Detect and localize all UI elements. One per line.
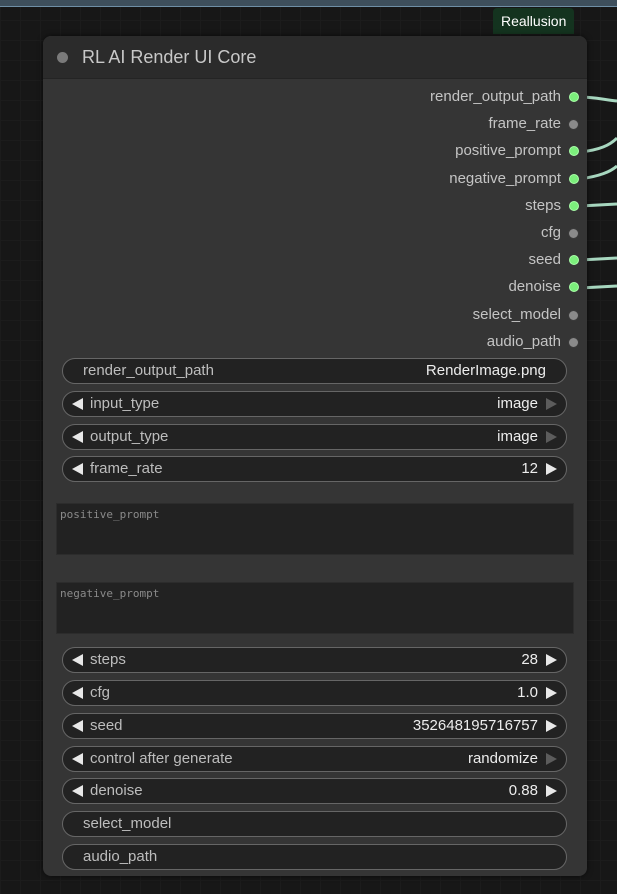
output-type-combo[interactable]: output_type image	[62, 424, 567, 450]
widget-label: seed	[90, 717, 123, 734]
output-label: steps	[525, 196, 561, 214]
widget-label: select_model	[83, 815, 172, 832]
unconnected-slot-icon[interactable]	[568, 227, 579, 239]
output-steps[interactable]: steps	[43, 193, 587, 220]
output-label: audio_path	[486, 332, 561, 350]
widget-value: 0.88	[508, 782, 538, 799]
textarea-placeholder: positive_prompt	[60, 508, 160, 521]
triangle-left-icon[interactable]	[72, 753, 83, 765]
denoise-stepper[interactable]: denoise 0.88	[62, 778, 567, 804]
steps-stepper[interactable]: steps 28	[62, 647, 567, 673]
widget-value: 352648195716757	[412, 717, 538, 734]
output-label: denoise	[508, 278, 561, 296]
widget-value: RenderImage.png	[425, 362, 546, 379]
output-seed[interactable]: seed	[43, 247, 587, 274]
reallusion-badge: Reallusion	[493, 8, 575, 34]
connected-slot-icon[interactable]	[569, 173, 579, 184]
audio-path-field[interactable]: audio_path	[62, 844, 567, 870]
output-negative-prompt[interactable]: negative_prompt	[43, 166, 587, 193]
widget-value: 28	[521, 651, 538, 668]
connected-slot-icon[interactable]	[569, 92, 579, 102]
triangle-right-icon[interactable]	[546, 785, 557, 797]
frame-rate-stepper[interactable]: frame_rate 12	[62, 456, 567, 482]
triangle-left-icon[interactable]	[72, 463, 83, 475]
widget-value: 1.0	[517, 684, 538, 701]
render-output-path-field[interactable]: render_output_path RenderImage.png	[62, 358, 567, 384]
output-label: negative_prompt	[449, 169, 561, 187]
control-after-generate-combo[interactable]: control after generate randomize	[62, 746, 567, 772]
cfg-stepper[interactable]: cfg 1.0	[62, 680, 567, 706]
triangle-left-icon[interactable]	[72, 431, 83, 443]
widget-value: 12	[521, 460, 538, 477]
output-label: positive_prompt	[455, 142, 561, 160]
triangle-right-icon[interactable]	[546, 720, 557, 732]
widget-label: audio_path	[83, 848, 158, 865]
output-label: frame_rate	[488, 115, 561, 133]
output-denoise[interactable]: denoise	[43, 274, 587, 301]
widget-label: cfg	[90, 684, 111, 701]
output-label: seed	[528, 251, 561, 269]
triangle-right-icon[interactable]	[546, 398, 557, 410]
triangle-right-icon[interactable]	[546, 654, 557, 666]
triangle-left-icon[interactable]	[72, 654, 83, 666]
output-render-output-path[interactable]: render_output_path	[43, 84, 587, 111]
triangle-left-icon[interactable]	[72, 687, 83, 699]
triangle-right-icon[interactable]	[546, 431, 557, 443]
widget-label: input_type	[90, 395, 160, 412]
unconnected-slot-icon[interactable]	[568, 309, 579, 321]
output-cfg[interactable]: cfg	[43, 220, 587, 247]
rl-ai-render-ui-core-node[interactable]: RL AI Render UI Core render_output_path …	[43, 36, 587, 876]
widget-label: control after generate	[90, 750, 233, 767]
widget-label: frame_rate	[90, 460, 163, 477]
output-label: cfg	[540, 223, 561, 241]
widget-value: image	[497, 428, 538, 445]
node-above-edge	[0, 0, 617, 7]
unconnected-slot-icon[interactable]	[568, 119, 579, 131]
output-slots: render_output_path frame_rate positive_p…	[43, 84, 587, 356]
positive-prompt-textarea[interactable]: positive_prompt	[56, 503, 574, 555]
node-graph-canvas[interactable]: Reallusion RL AI Render UI Core render_o…	[0, 0, 617, 894]
output-select-model[interactable]: select_model	[43, 302, 587, 329]
node-title-bar[interactable]: RL AI Render UI Core	[43, 36, 587, 79]
output-label: select_model	[472, 305, 561, 323]
triangle-left-icon[interactable]	[72, 720, 83, 732]
widget-label: render_output_path	[83, 362, 214, 379]
triangle-right-icon[interactable]	[546, 463, 557, 475]
widget-label: denoise	[90, 782, 143, 799]
connected-slot-icon[interactable]	[569, 255, 579, 266]
connected-slot-icon[interactable]	[569, 282, 579, 293]
status-dot-icon[interactable]	[57, 52, 68, 63]
triangle-left-icon[interactable]	[72, 785, 83, 797]
output-label: render_output_path	[430, 88, 561, 105]
output-frame-rate[interactable]: frame_rate	[43, 111, 587, 138]
triangle-right-icon[interactable]	[546, 753, 557, 765]
widget-value: image	[497, 395, 538, 412]
textarea-placeholder: negative_prompt	[60, 587, 160, 600]
connected-slot-icon[interactable]	[569, 200, 579, 211]
output-audio-path[interactable]: audio_path	[43, 329, 587, 356]
node-title: RL AI Render UI Core	[82, 47, 257, 67]
triangle-left-icon[interactable]	[72, 398, 83, 410]
unconnected-slot-icon[interactable]	[568, 336, 579, 348]
widget-label: output_type	[90, 428, 169, 445]
seed-stepper[interactable]: seed 352648195716757	[62, 713, 567, 739]
connected-slot-icon[interactable]	[569, 146, 579, 157]
input-type-combo[interactable]: input_type image	[62, 391, 567, 417]
widget-value: randomize	[467, 750, 538, 767]
select-model-field[interactable]: select_model	[62, 811, 567, 837]
output-positive-prompt[interactable]: positive_prompt	[43, 138, 587, 165]
widget-label: steps	[90, 651, 126, 668]
triangle-right-icon[interactable]	[546, 687, 557, 699]
negative-prompt-textarea[interactable]: negative_prompt	[56, 582, 574, 634]
